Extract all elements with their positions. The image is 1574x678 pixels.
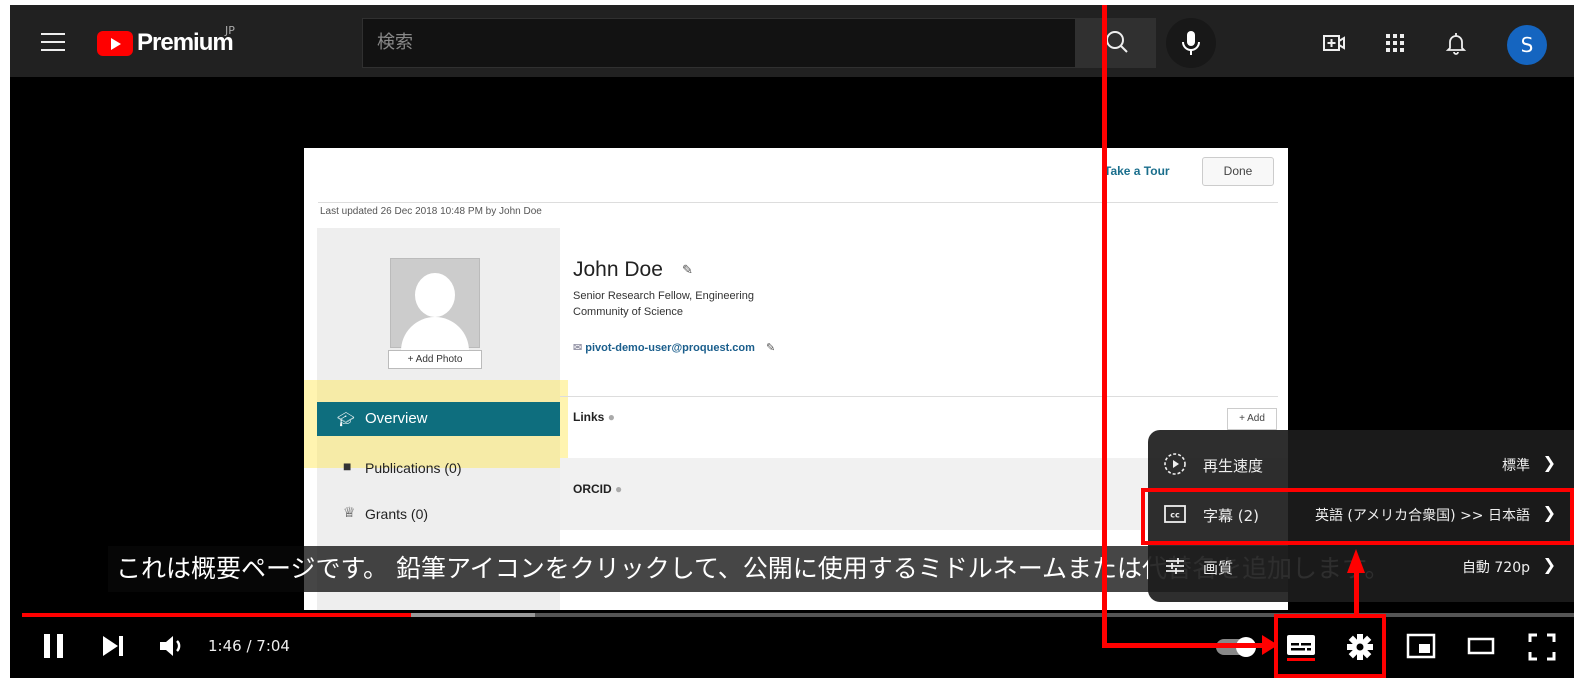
annotation-line-horizontal [1102, 643, 1264, 648]
voice-search-button[interactable] [1166, 18, 1216, 68]
person-head-shape [415, 273, 455, 317]
microphone-icon [1182, 31, 1200, 55]
links-label-text: Links [573, 410, 605, 424]
playback-speed-item[interactable]: 再生速度 標準 ❯ [1148, 440, 1574, 490]
profile-email: ✉ pivot-demo-user@proquest.com ✎ [573, 341, 775, 354]
help-icon: ● [607, 410, 615, 424]
profile-role: Senior Research Fellow, Engineering Comm… [573, 288, 754, 320]
help-icon: ● [615, 482, 623, 496]
profile-photo-placeholder [390, 258, 480, 357]
nav-grants: Grants (0) [365, 506, 429, 522]
role-line-1: Senior Research Fellow, Engineering [573, 290, 754, 302]
youtube-app: Premium JP 検索 S Take a Tour Done Last up… [10, 5, 1574, 678]
search-icon [1106, 31, 1128, 53]
theater-mode-icon[interactable] [1466, 633, 1496, 659]
quality-sliders-icon [1166, 558, 1184, 574]
apps-grid-icon[interactable] [1383, 31, 1407, 55]
progress-played [22, 613, 411, 617]
playback-speed-icon [1164, 453, 1186, 475]
create-video-icon[interactable] [1322, 31, 1346, 55]
profile-name: John Doe [573, 258, 663, 281]
search-button[interactable] [1076, 18, 1156, 68]
nav-overview: 🎓︎ Overview [317, 402, 560, 436]
time-display: 1:46 / 7:04 [208, 637, 290, 655]
annotation-arrowhead-up [1347, 549, 1365, 573]
take-a-tour-link: Take a Tour [1104, 164, 1170, 178]
book-icon: ■ [343, 458, 352, 474]
logo-text: Premium [137, 29, 234, 56]
trophy-icon: ♕ [343, 504, 356, 520]
nav-overview-label: Overview [365, 410, 428, 427]
logo-region: JP [225, 24, 235, 37]
pause-icon[interactable] [42, 633, 66, 659]
add-photo-button: + Add Photo [388, 350, 482, 369]
divider [318, 202, 1278, 203]
quality-value: 自動 720p [1461, 560, 1530, 576]
orcid-label: ORCID ● [573, 482, 622, 496]
annotation-line-up [1354, 573, 1359, 617]
notifications-bell-icon[interactable] [1444, 31, 1468, 55]
youtube-play-icon [97, 30, 133, 56]
chevron-right-icon: ❯ [1542, 555, 1556, 574]
search-input[interactable]: 検索 [362, 18, 1076, 68]
volume-icon[interactable] [158, 633, 186, 659]
divider [560, 396, 1278, 397]
menu-icon[interactable] [41, 33, 65, 51]
playback-speed-value: 標準 [1502, 458, 1530, 474]
envelope-icon: ✉ [573, 342, 583, 354]
miniplayer-icon[interactable] [1406, 633, 1436, 659]
playback-speed-label: 再生速度 [1203, 457, 1264, 475]
orcid-label-text: ORCID [573, 482, 612, 496]
annotation-line-vertical [1102, 5, 1107, 647]
pencil-icon: ✎ [765, 342, 776, 354]
next-icon[interactable] [102, 633, 126, 659]
role-line-2: Community of Science [573, 306, 684, 318]
annotation-box-controls [1274, 614, 1386, 678]
pencil-icon: ✎ [682, 262, 693, 277]
top-bar: Premium JP 検索 S [10, 5, 1574, 77]
fullscreen-icon[interactable] [1528, 633, 1556, 661]
last-updated-text: Last updated 26 Dec 2018 10:48 PM by Joh… [320, 206, 542, 217]
links-label: Links ● [573, 410, 615, 424]
avatar[interactable]: S [1507, 25, 1547, 65]
graduation-cap-icon: 🎓︎ [337, 411, 355, 427]
chevron-right-icon: ❯ [1542, 453, 1556, 472]
add-link-button: + Add [1227, 408, 1277, 430]
done-button: Done [1202, 157, 1274, 186]
profile-email-text: pivot-demo-user@proquest.com [585, 342, 755, 354]
annotation-box-subtitles [1141, 488, 1574, 545]
youtube-premium-logo[interactable]: Premium JP [97, 24, 235, 58]
nav-publications: Publications (0) [365, 460, 462, 476]
quality-label: 画質 [1203, 559, 1234, 577]
